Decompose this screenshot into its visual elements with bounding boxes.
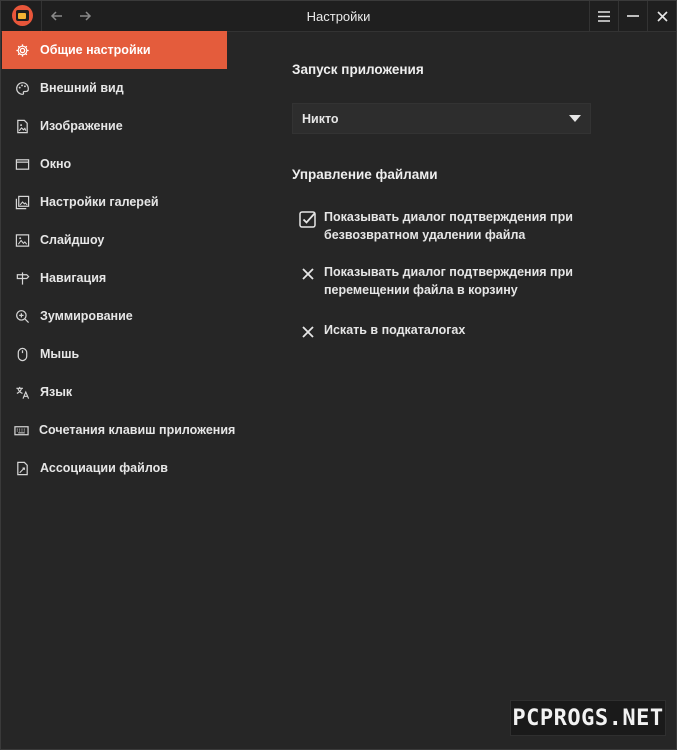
hamburger-icon — [598, 10, 610, 22]
sidebar-item-keyboard-shortcuts[interactable]: Сочетания клавиш приложения — [2, 411, 235, 449]
settings-sidebar: Общие настройки Внешний вид Изображение … — [1, 31, 235, 749]
option-label-line1: Искать в подкаталогах — [324, 323, 466, 337]
title-bar: Настройки — [1, 1, 676, 32]
signpost-icon — [14, 270, 30, 286]
option-label: Искать в подкаталогах — [324, 321, 584, 339]
option-label-line1: Показывать диалог подтверждения при — [324, 265, 573, 279]
cross-unchecked-icon[interactable] — [299, 323, 317, 341]
option-label: Показывать диалог подтверждения при пере… — [324, 263, 584, 299]
window-icon — [14, 156, 30, 172]
option-label-line2: безвозвратном удалении файла — [324, 228, 526, 242]
gallery-icon — [14, 194, 30, 210]
sidebar-item-zoom[interactable]: Зуммирование — [2, 297, 227, 335]
mouse-icon — [14, 346, 30, 362]
image-file-icon — [14, 118, 30, 134]
sidebar-item-label: Сочетания клавиш приложения — [39, 423, 236, 437]
startup-select[interactable]: Никто — [292, 103, 591, 134]
sidebar-item-label: Общие настройки — [40, 43, 151, 57]
sidebar-item-label: Навигация — [40, 271, 107, 285]
sidebar-item-slideshow[interactable]: Слайдшоу — [2, 221, 227, 259]
watermark: PCPROGS.NET — [510, 700, 666, 736]
minimize-icon — [627, 15, 639, 17]
chevron-down-icon — [569, 115, 581, 122]
sidebar-item-mouse[interactable]: Мышь — [2, 335, 227, 373]
sidebar-item-image[interactable]: Изображение — [2, 107, 227, 145]
sidebar-item-language[interactable]: Язык — [2, 373, 227, 411]
sidebar-item-general[interactable]: Общие настройки — [2, 31, 227, 69]
sidebar-item-label: Язык — [40, 385, 73, 399]
settings-window: Настройки Общие настройки Внешний вид Из… — [0, 0, 677, 750]
menu-button[interactable] — [590, 1, 618, 31]
sidebar-item-label: Внешний вид — [40, 81, 124, 95]
minimize-button[interactable] — [619, 1, 647, 31]
sidebar-item-label: Настройки галерей — [40, 195, 159, 209]
sidebar-item-label: Ассоциации файлов — [40, 461, 168, 475]
option-confirm-move-to-trash[interactable]: Показывать диалог подтверждения при пере… — [299, 263, 589, 301]
sidebar-item-label: Мышь — [40, 347, 80, 361]
sidebar-item-label: Изображение — [40, 119, 123, 133]
palette-icon — [14, 80, 30, 96]
sidebar-item-gallery[interactable]: Настройки галерей — [2, 183, 227, 221]
zoom-icon — [14, 308, 30, 324]
sidebar-item-file-associations[interactable]: Ассоциации файлов — [2, 449, 227, 487]
gear-icon — [14, 42, 30, 58]
startup-select-value: Никто — [302, 112, 339, 126]
sidebar-item-appearance[interactable]: Внешний вид — [2, 69, 227, 107]
close-button[interactable] — [648, 1, 676, 31]
close-icon — [656, 10, 668, 22]
watermark-text: PCPROGS.NET — [512, 705, 664, 731]
option-confirm-permanent-delete[interactable]: Показывать диалог подтверждения при безв… — [299, 208, 589, 246]
checkbox-checked-icon[interactable] — [299, 210, 317, 228]
window-title: Настройки — [306, 9, 371, 24]
option-label: Показывать диалог подтверждения при безв… — [324, 208, 584, 244]
sidebar-item-window[interactable]: Окно — [2, 145, 227, 183]
slideshow-icon — [14, 232, 30, 248]
translate-icon — [14, 384, 30, 400]
file-management-section-title: Управление файлами — [292, 167, 438, 182]
sidebar-item-navigation[interactable]: Навигация — [2, 259, 227, 297]
option-search-subfolders[interactable]: Искать в подкаталогах — [299, 321, 589, 341]
sidebar-item-label: Зуммирование — [40, 309, 133, 323]
option-label-line2: перемещении файла в корзину — [324, 283, 518, 297]
file-association-icon — [14, 460, 30, 476]
startup-section-title: Запуск приложения — [292, 62, 424, 77]
cross-unchecked-icon[interactable] — [299, 265, 317, 283]
keyboard-icon — [14, 422, 29, 438]
sidebar-item-label: Слайдшоу — [40, 233, 105, 247]
sidebar-item-label: Окно — [40, 157, 72, 171]
option-label-line1: Показывать диалог подтверждения при — [324, 210, 573, 224]
